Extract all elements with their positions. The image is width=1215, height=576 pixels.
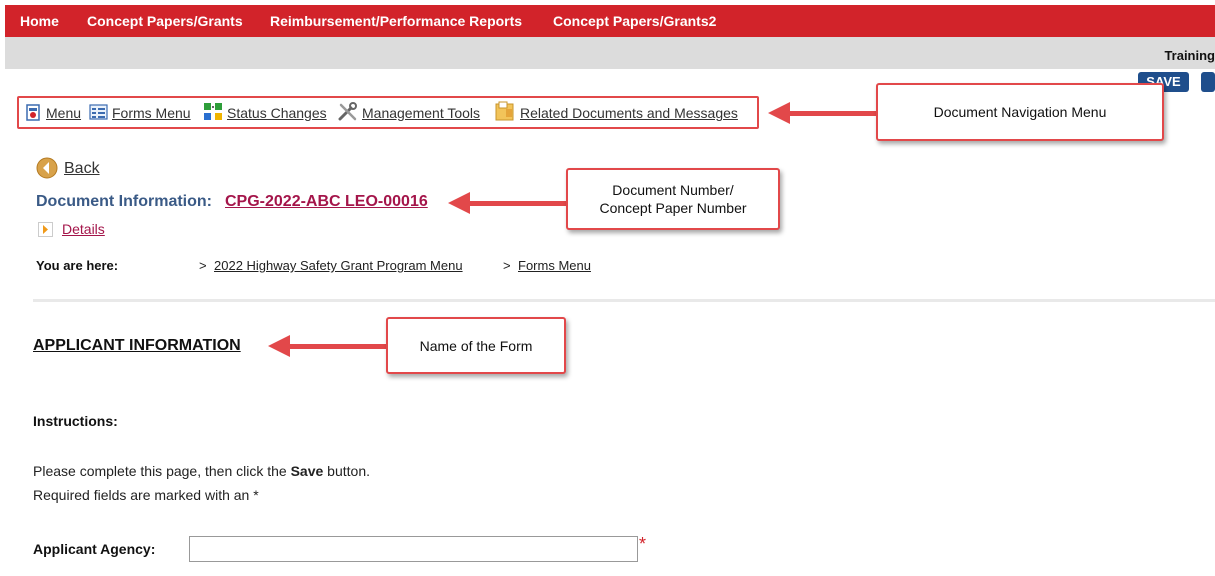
doc-nav-status-changes[interactable]: Status Changes <box>227 105 327 121</box>
header-bar <box>5 37 1215 69</box>
callout-name-of-form: Name of the Form <box>386 317 566 374</box>
divider <box>33 299 1215 302</box>
callout-document-number: Document Number/ Concept Paper Number <box>566 168 780 230</box>
document-information-label: Document Information: <box>36 193 212 210</box>
nav-reimbursement-performance-reports[interactable]: Reimbursement/Performance Reports <box>270 13 522 29</box>
instructions-text-start: Please complete this page, then click th… <box>33 463 291 479</box>
breadcrumb-separator: > <box>199 258 207 273</box>
breadcrumb-forms-menu[interactable]: Forms Menu <box>518 258 591 273</box>
nav-home[interactable]: Home <box>20 13 59 29</box>
related-documents-icon <box>495 101 514 121</box>
back-icon[interactable] <box>36 157 58 179</box>
breadcrumb-label: You are here: <box>36 258 119 273</box>
doc-nav-management-tools[interactable]: Management Tools <box>362 105 480 121</box>
document-menu-icon <box>26 104 40 121</box>
callout-document-navigation-menu: Document Navigation Menu <box>876 83 1164 141</box>
instructions-label: Instructions: <box>33 413 118 429</box>
secondary-button[interactable] <box>1201 72 1215 92</box>
callout-document-number-line2: Concept Paper Number <box>599 200 747 216</box>
status-changes-icon <box>204 103 222 120</box>
applicant-agency-label: Applicant Agency: <box>33 541 156 557</box>
callout-arrow <box>788 111 878 116</box>
doc-nav-related-documents[interactable]: Related Documents and Messages <box>520 105 738 121</box>
required-fields-note: Required fields are marked with an * <box>33 487 259 503</box>
callout-arrow-head <box>448 192 470 214</box>
callout-document-number-line1: Document Number/ <box>612 182 734 198</box>
callout-arrow <box>468 201 568 206</box>
document-number-link[interactable]: CPG-2022-ABC LEO-00016 <box>225 193 428 211</box>
instructions-text-end: button. <box>323 463 370 479</box>
forms-menu-icon <box>89 104 108 120</box>
details-link[interactable]: Details <box>62 221 105 237</box>
expand-arrow-icon[interactable] <box>38 222 53 237</box>
form-title: APPLICANT INFORMATION <box>33 337 241 354</box>
required-marker: * <box>639 534 647 554</box>
doc-nav-forms-menu[interactable]: Forms Menu <box>112 105 191 121</box>
user-label: Training <box>1164 48 1215 63</box>
callout-arrow-head <box>768 102 790 124</box>
doc-nav-menu[interactable]: Menu <box>46 105 81 121</box>
back-link[interactable]: Back <box>64 160 100 178</box>
breadcrumb-program-menu[interactable]: 2022 Highway Safety Grant Program Menu <box>214 258 463 273</box>
callout-arrow-head <box>268 335 290 357</box>
instructions-save-word: Save <box>290 463 324 479</box>
breadcrumb-separator: > <box>503 258 511 273</box>
tools-icon <box>338 102 357 121</box>
callout-arrow <box>288 344 388 349</box>
instructions-text: Please complete this page, then click th… <box>33 463 370 479</box>
applicant-agency-input[interactable] <box>189 536 638 562</box>
nav-concept-papers-grants[interactable]: Concept Papers/Grants <box>87 13 243 29</box>
nav-concept-papers-grants2[interactable]: Concept Papers/Grants2 <box>553 13 716 29</box>
